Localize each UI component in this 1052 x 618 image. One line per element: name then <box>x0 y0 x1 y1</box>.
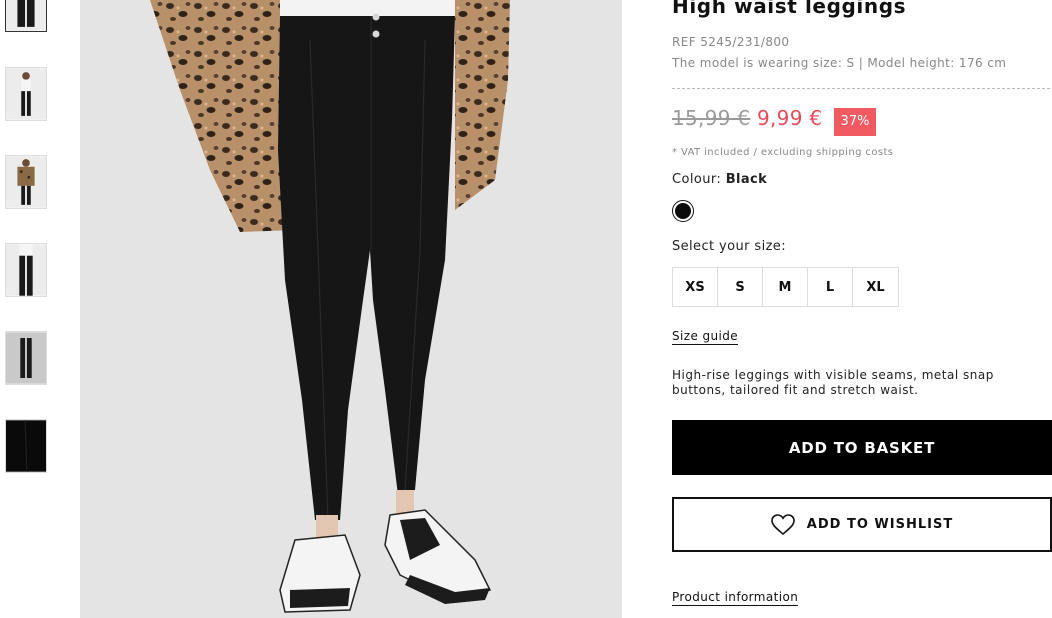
size-option-s[interactable]: S <box>718 268 763 306</box>
size-option-l[interactable]: L <box>808 268 853 306</box>
discount-badge: 37% <box>834 108 876 136</box>
thumbnail-3[interactable] <box>5 155 47 209</box>
thumbnail-2[interactable] <box>5 67 47 121</box>
thumbnail-1[interactable] <box>5 0 47 32</box>
thumbnail-image <box>6 156 46 208</box>
thumbnail-image <box>6 332 46 384</box>
product-title: High waist leggings <box>672 0 907 18</box>
colour-swatch-black[interactable] <box>672 200 694 222</box>
size-option-xl[interactable]: XL <box>853 268 898 306</box>
model-photo <box>80 0 622 618</box>
original-price: 15,99 € <box>672 106 751 130</box>
add-to-basket-label: ADD TO BASKET <box>788 438 936 457</box>
size-selector: XS S M L XL <box>672 267 899 307</box>
product-description: High-rise leggings with visible seams, m… <box>672 368 994 397</box>
add-to-wishlist-label: ADD TO WISHLIST <box>806 517 954 532</box>
colour-label: Colour: <box>672 172 722 187</box>
thumbnail-image <box>6 244 46 296</box>
add-to-basket-button[interactable]: ADD TO BASKET <box>672 420 1052 475</box>
product-main-image[interactable] <box>80 0 622 618</box>
model-info: The model is wearing size: S | Model hei… <box>672 56 1007 70</box>
size-option-m[interactable]: M <box>763 268 808 306</box>
add-to-wishlist-button[interactable]: ADD TO WISHLIST <box>672 497 1052 552</box>
size-option-xs[interactable]: XS <box>673 268 718 306</box>
colour-value: Black <box>725 172 768 187</box>
thumbnail-6[interactable] <box>5 419 47 473</box>
thumbnail-image <box>6 0 46 31</box>
thumbnail-image <box>6 420 46 472</box>
thumbnail-5[interactable] <box>5 331 47 385</box>
product-reference: REF 5245/231/800 <box>672 35 790 49</box>
size-guide-link[interactable]: Size guide <box>672 329 739 345</box>
vat-note: * VAT included / excluding shipping cost… <box>672 147 894 158</box>
heart-icon <box>770 513 795 535</box>
colour-row: Colour: Black <box>672 172 767 187</box>
product-information-link[interactable]: Product information <box>672 590 799 606</box>
divider <box>672 88 1050 89</box>
sale-price: 9,99 € <box>757 106 823 130</box>
thumbnail-image <box>6 68 46 120</box>
thumbnail-4[interactable] <box>5 243 47 297</box>
size-label: Select your size: <box>672 239 786 254</box>
